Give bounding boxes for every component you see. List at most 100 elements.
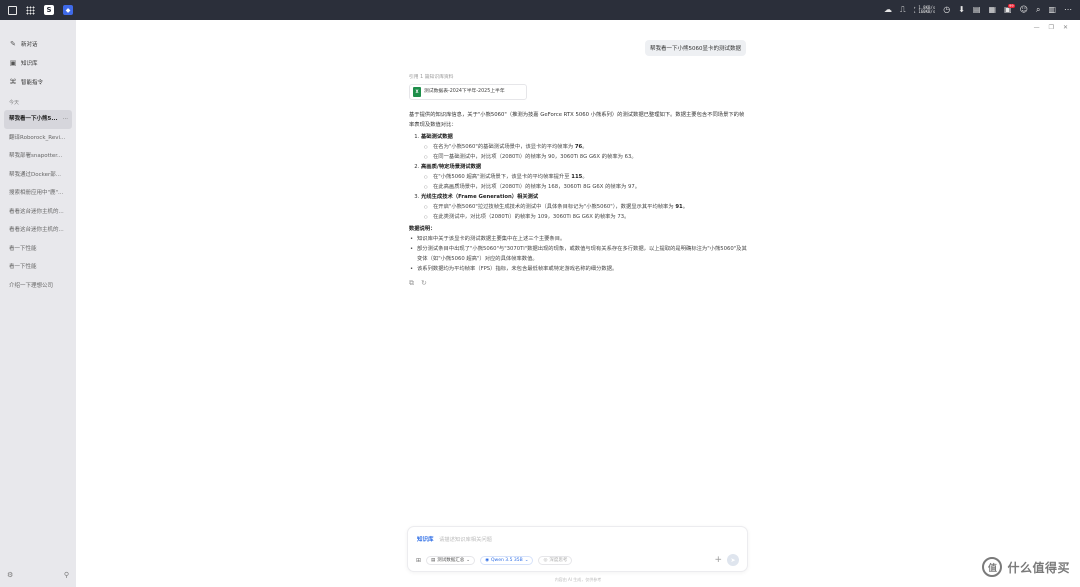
highlight-value: 91 xyxy=(675,204,683,210)
item-text: 在"小熊5060 超高"测试场景下，该显卡的平均帧率提升至 xyxy=(433,174,572,180)
network-speed: ↑ 1.8KB/s ↓ 160KB/s xyxy=(913,5,936,15)
section-title: 基础测试数据 xyxy=(421,134,453,140)
item-text: 在名为"小熊5060"的基础测试场景中，该显卡的平均帧率为 xyxy=(433,144,575,150)
attach-icon[interactable]: ⊞ xyxy=(416,557,421,564)
settings-icon[interactable]: ⚙ xyxy=(7,571,13,579)
item-text: 在此高画质场景中，对比项（2080Ti）的帧率为 168，3060Ti 8G G… xyxy=(433,184,641,190)
copy-icon[interactable]: ⧉ xyxy=(409,278,414,288)
assistant-app-icon[interactable]: ◆ xyxy=(63,5,73,15)
item-text-end: 。 xyxy=(682,204,689,210)
user-message: 帮我看一下小熊5060显卡的测试数据 xyxy=(645,40,746,56)
close-icon[interactable]: ✕ xyxy=(1063,24,1068,31)
chat-input-box[interactable]: 知识库 请描述知识库相关问题 ⊞ ▤ 测试数据汇总 ⌄ ◉ Qwen 3.5 3… xyxy=(407,526,748,572)
notification-icon[interactable]: ▣ 99 xyxy=(1004,4,1015,14)
app-grid-icon[interactable] xyxy=(26,5,35,15)
section-item: 在开启"小熊5060"拉过技帧生成技术的测试中（具体条目标记为"小熊5060"）… xyxy=(421,202,749,212)
site-watermark: 值 什么值得买 xyxy=(982,557,1070,577)
deep-think-label: 深度思考 xyxy=(549,558,568,563)
input-toolbar: ⊞ ▤ 测试数据汇总 ⌄ ◉ Qwen 3.5 35B ⌄ ◎ 深度思考 + ➤ xyxy=(416,554,739,566)
section-title: 光线生成技术（Frame Generation）相关测试 xyxy=(421,194,539,200)
document-icon[interactable]: ▤ xyxy=(973,6,981,14)
more-icon[interactable]: ⋯ xyxy=(1064,6,1072,14)
history-item[interactable]: 翻译Roborock_Revi... xyxy=(4,129,72,148)
answer-sections: 基础测试数据 在名为"小熊5060"的基础测试场景中，该显卡的平均帧率为 76。… xyxy=(421,132,749,222)
location-icon[interactable]: ⚲ xyxy=(64,571,69,579)
section-item: 在此高画质场景中，对比项（2080Ti）的帧率为 168，3060Ti 8G G… xyxy=(421,182,749,192)
sidebar-item-label: 智能指令 xyxy=(21,79,44,86)
chevron-down-icon: ⌄ xyxy=(466,557,471,563)
citation-file-card[interactable]: X 测试数据表-2024下半年-2025上半年 xyxy=(409,84,527,100)
system-top-bar: S ◆ ☁ ⎍ ↑ 1.8KB/s ↓ 160KB/s ◷ ⬇ ▤ ▦ ▣ 99 … xyxy=(0,0,1080,20)
sidebar-nav: ✎ 新对话 ▣ 知识库 ⌘ 智能指令 xyxy=(0,34,76,91)
spreadsheet-icon: X xyxy=(413,87,421,97)
deep-think-toggle[interactable]: ◎ 深度思考 xyxy=(538,555,573,565)
maximize-icon[interactable]: ❐ xyxy=(1049,24,1054,31)
sidebar-footer: ⚙ ⚲ xyxy=(7,571,69,579)
history-section-title: 今天 xyxy=(9,100,20,106)
add-icon[interactable]: + xyxy=(714,555,722,565)
history-item[interactable]: 看看这台迷你主机的... xyxy=(4,203,72,222)
sidebar-item-label: 知识库 xyxy=(21,60,38,67)
send-button[interactable]: ➤ xyxy=(727,554,739,566)
history-item[interactable]: 帮我看一下小熊5... ··· xyxy=(4,110,72,129)
history-item[interactable]: 看一下性能 xyxy=(4,258,72,277)
new-chat-icon: ✎ xyxy=(10,39,16,48)
search-icon[interactable]: ⌕ xyxy=(1036,6,1040,14)
sidebar-item-label: 新对话 xyxy=(21,41,38,48)
minimize-icon[interactable]: — xyxy=(1034,24,1040,31)
citation-label: 引用 1 篇知识库资料 xyxy=(409,75,454,80)
chat-main: — ❐ ✕ 帮我看一下小熊5060显卡的测试数据 引用 1 篇知识库资料 X 测… xyxy=(76,20,1080,587)
calendar-icon[interactable]: ▦ xyxy=(988,6,996,14)
answer-actions: ⧉ ↻ xyxy=(409,278,749,288)
sidebar-item-smart-commands[interactable]: ⌘ 智能指令 xyxy=(4,72,72,91)
sidebar-item-new-chat[interactable]: ✎ 新对话 xyxy=(4,34,72,53)
model-selector[interactable]: ◉ Qwen 3.5 35B ⌄ xyxy=(480,555,534,565)
file-selector[interactable]: ▤ 测试数据汇总 ⌄ xyxy=(426,555,476,565)
answer-section: 基础测试数据 在名为"小熊5060"的基础测试场景中，该显卡的平均帧率为 76。… xyxy=(421,132,749,162)
cloud-icon[interactable]: ☁ xyxy=(884,6,892,14)
note-item: 该系列数据均为平均帧率（FPS）指标，未包含最低帧率或特定游戏名称的细分数据。 xyxy=(409,264,749,274)
clock-icon[interactable]: ◷ xyxy=(943,6,950,14)
more-options-icon[interactable]: ··· xyxy=(63,110,68,129)
chevron-down-icon: ⌄ xyxy=(524,557,529,563)
app-logo-icon[interactable]: S xyxy=(44,5,54,15)
section-item: 在同一基础测试中，对比项（2080Ti）的帧率为 90，3060Ti 8G G6… xyxy=(421,152,749,162)
widgets-icon[interactable]: ▥ xyxy=(1048,6,1056,14)
note-item: 知识库中关于该显卡的测试数据主要集中在上述三个主要条目。 xyxy=(409,234,749,244)
answer-section: 高画质/特定场景测试数据 在"小熊5060 超高"测试场景下，该显卡的平均帧率提… xyxy=(421,162,749,192)
history-item[interactable]: 搜索相册应用中"鹿"... xyxy=(4,184,72,203)
window-switcher-icon[interactable] xyxy=(8,5,17,15)
user-icon[interactable]: ☺ xyxy=(1020,6,1028,14)
regenerate-icon[interactable]: ↻ xyxy=(421,278,427,288)
note-item: 部分测试条目中出现了"小熊5060"与"3070Ti"数据出现的现象，或数值与现… xyxy=(409,244,749,264)
knowledge-base-tag[interactable]: 知识库 xyxy=(417,535,434,543)
history-item[interactable]: 介绍一下理想公司 xyxy=(4,277,72,296)
answer-section: 光线生成技术（Frame Generation）相关测试 在开启"小熊5060"… xyxy=(421,192,749,222)
folder-icon: ▤ xyxy=(431,557,436,563)
net-download: ↓ 160KB/s xyxy=(913,9,936,14)
watermark-text: 什么值得买 xyxy=(1007,560,1070,575)
watermark-logo: 值 xyxy=(982,557,1003,577)
command-icon: ⌘ xyxy=(9,77,17,86)
chat-input[interactable]: 请描述知识库相关问题 xyxy=(439,535,492,543)
history-item[interactable]: 看看这台迷你主机的... xyxy=(4,221,72,240)
history-item-label: 帮我看一下小熊5... xyxy=(9,116,58,122)
model-icon: ◉ xyxy=(485,557,490,563)
window-controls: — ❐ ✕ xyxy=(1034,24,1068,31)
assistant-answer: 引用 1 篇知识库资料 X 测试数据表-2024下半年-2025上半年 基于提供… xyxy=(409,74,749,288)
notes-list: 知识库中关于该显卡的测试数据主要集中在上述三个主要条目。 部分测试条目中出现了"… xyxy=(409,234,749,274)
model-selector-label: Qwen 3.5 35B xyxy=(491,557,523,563)
history-item[interactable]: 看一下性能 xyxy=(4,240,72,259)
notification-badge: 99 xyxy=(1008,4,1015,8)
sidebar: ✎ 新对话 ▣ 知识库 ⌘ 智能指令 今天 帮我看一下小熊5... ··· 翻译R… xyxy=(0,20,76,587)
citation-file-name: 测试数据表-2024下半年-2025上半年 xyxy=(424,89,505,94)
history-item[interactable]: 帮我部署snapotter... xyxy=(4,147,72,166)
highlight-value: 115 xyxy=(571,174,583,180)
monitor-icon[interactable]: ⎍ xyxy=(900,6,906,14)
send-icon: ➤ xyxy=(730,556,736,564)
history-list: 帮我看一下小熊5... ··· 翻译Roborock_Revi... 帮我部署sn… xyxy=(0,110,76,295)
sidebar-item-knowledge-base[interactable]: ▣ 知识库 xyxy=(4,53,72,72)
history-item[interactable]: 帮我通过Docker部... xyxy=(4,166,72,185)
download-icon[interactable]: ⬇ xyxy=(958,6,965,14)
section-title: 高画质/特定场景测试数据 xyxy=(421,164,482,170)
